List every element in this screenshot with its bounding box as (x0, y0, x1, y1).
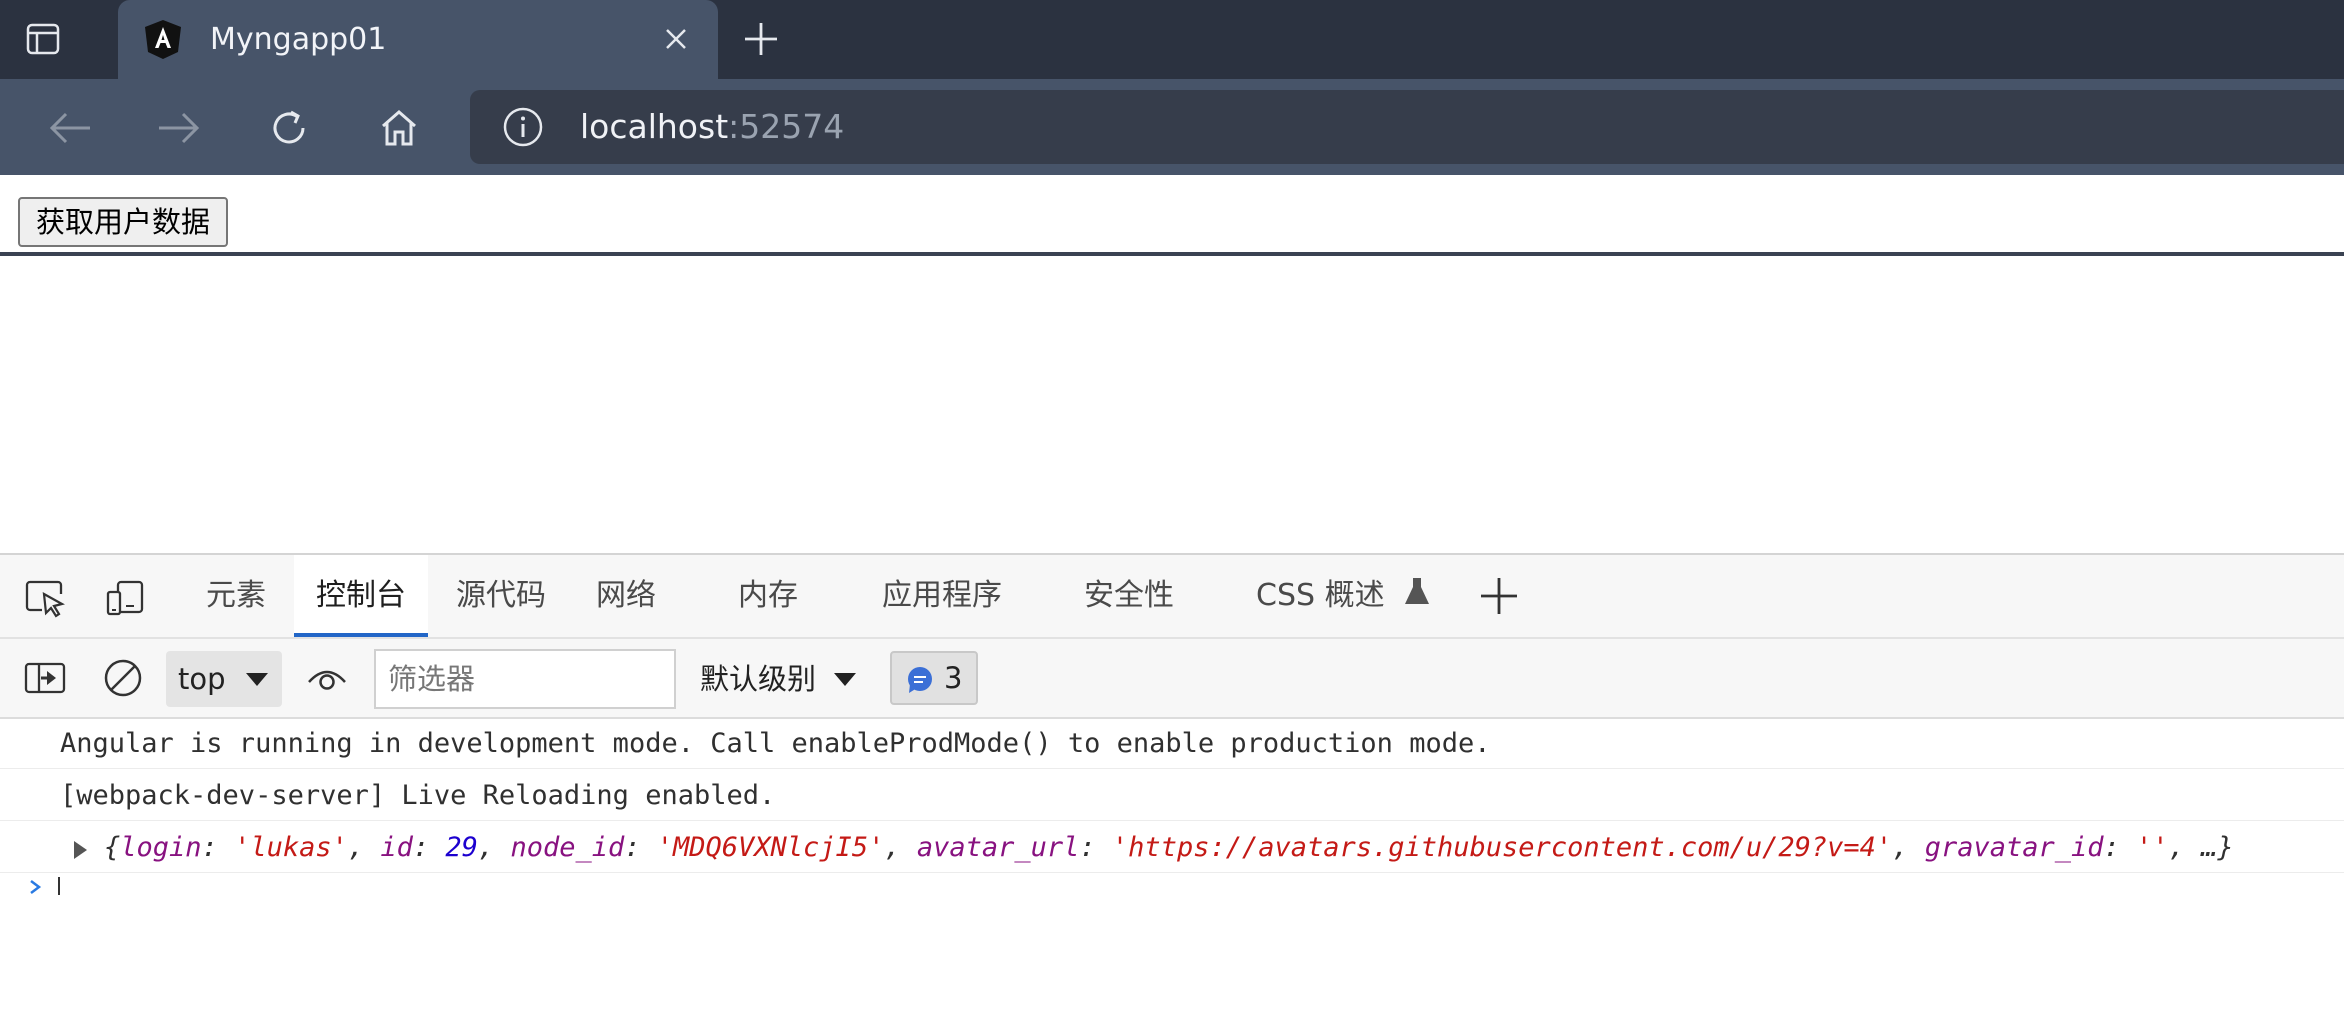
console-prompt[interactable] (0, 875, 2344, 895)
tab-title: Myngapp01 (210, 22, 387, 57)
toolbar-divider (0, 252, 2344, 256)
console-object-message[interactable]: {login: 'lukas', id: 29, node_id: 'MDQ6V… (0, 823, 2344, 873)
back-arrow-icon[interactable] (47, 105, 93, 151)
chevron-down-icon (246, 673, 268, 686)
tab-application[interactable]: 应用程序 (860, 555, 1024, 637)
object-preview[interactable]: {login: 'lukas', id: 29, node_id: 'MDQ6V… (104, 823, 2234, 873)
tab-css-overview[interactable]: CSS 概述 (1234, 555, 1452, 637)
console-message-text: Angular is running in development mode. … (60, 728, 1491, 759)
refresh-icon[interactable] (266, 105, 312, 151)
message-bubble-icon (908, 667, 932, 693)
url-port: :52574 (728, 107, 845, 146)
tab-security[interactable]: 安全性 (1062, 555, 1196, 637)
inspect-element-icon[interactable] (22, 575, 68, 621)
new-tab-icon[interactable] (740, 18, 782, 60)
console-message: [webpack-dev-server] Live Reloading enab… (0, 771, 2344, 821)
address-bar[interactable]: localhost:52574 (470, 90, 2344, 164)
active-tab[interactable]: Myngapp01 (118, 0, 718, 79)
console-message-text: [webpack-dev-server] Live Reloading enab… (60, 780, 776, 811)
home-icon[interactable] (376, 105, 422, 151)
close-tab-icon[interactable] (658, 21, 694, 57)
tab-strip: Myngapp01 (0, 0, 2344, 79)
tab-elements[interactable]: 元素 (184, 555, 288, 637)
tab-css-overview-label: CSS 概述 (1256, 578, 1385, 613)
console-message: Angular is running in development mode. … (0, 719, 2344, 769)
console-toolbar: top 默认级别 3 (0, 639, 2344, 719)
add-panel-icon[interactable] (1476, 573, 1522, 619)
tab-console[interactable]: 控制台 (294, 555, 428, 637)
fetch-user-data-button[interactable]: 获取用户数据 (18, 197, 229, 247)
issues-count: 3 (944, 661, 963, 695)
url-text[interactable]: localhost:52574 (580, 90, 844, 164)
expand-triangle-icon[interactable] (74, 841, 87, 859)
context-label: top (178, 662, 226, 696)
experiment-flask-icon (1404, 556, 1430, 638)
tab-actions-icon[interactable] (22, 18, 64, 60)
devtools-tabbar: 元素 控制台 源代码 网络 内存 应用程序 安全性 CSS 概述 (0, 555, 2344, 639)
live-expression-eye-icon[interactable] (304, 655, 350, 701)
filter-input[interactable] (374, 649, 676, 709)
text-cursor (58, 877, 60, 895)
info-icon[interactable] (502, 106, 544, 148)
issues-badge[interactable]: 3 (890, 651, 978, 705)
devtools-panel: 元素 控制台 源代码 网络 内存 应用程序 安全性 CSS 概述 top 筛选器… (0, 553, 2344, 895)
console-output: Angular is running in development mode. … (0, 719, 2344, 895)
forward-arrow-icon[interactable] (156, 105, 202, 151)
browser-toolbar: localhost:52574 (0, 79, 2344, 256)
tab-network[interactable]: 网络 (574, 555, 678, 637)
prompt-chevron-icon (30, 880, 42, 894)
tab-memory[interactable]: 内存 (716, 555, 820, 637)
clear-console-icon[interactable] (100, 655, 146, 701)
angular-icon (142, 18, 184, 60)
toggle-sidebar-icon[interactable] (22, 655, 68, 701)
log-level-label: 默认级别 (700, 662, 817, 696)
device-emulation-icon[interactable] (102, 575, 148, 621)
chevron-down-icon (834, 673, 857, 686)
log-level-selector[interactable]: 默认级别 (700, 651, 860, 707)
url-host: localhost (580, 107, 729, 146)
context-selector[interactable]: top (166, 651, 282, 707)
tab-sources[interactable]: 源代码 (434, 555, 568, 637)
